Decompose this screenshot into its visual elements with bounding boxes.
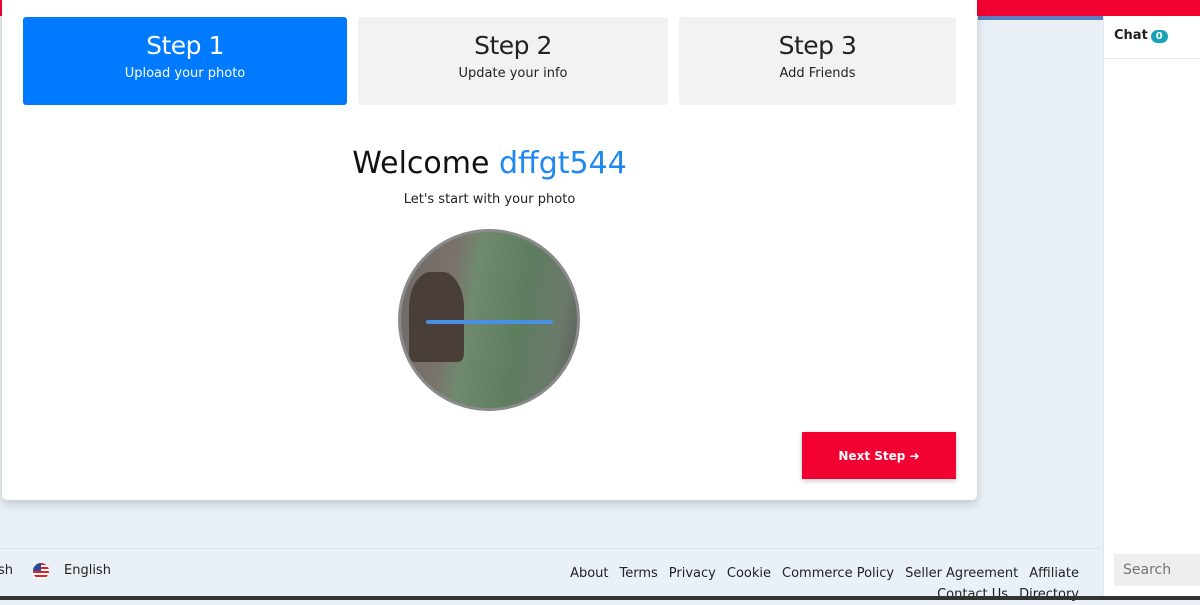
welcome-text: Welcome (352, 146, 490, 181)
photo-face (409, 272, 464, 362)
footer-link-commerce-policy[interactable]: Commerce Policy (782, 566, 894, 581)
divider (1104, 58, 1200, 59)
footer-link-terms[interactable]: Terms (620, 566, 658, 581)
page-subtitle: Let's start with your photo (403, 192, 576, 207)
step-subtitle: Add Friends (779, 66, 856, 81)
step-title: Step 3 (778, 31, 857, 60)
step-title: Step 1 (146, 31, 224, 60)
chat-header: Chat 0 (1114, 28, 1168, 43)
username: dffgt544 (499, 146, 627, 181)
arrow-circle-right-icon: ➜ (909, 448, 920, 463)
step-subtitle: Upload your photo (124, 66, 246, 81)
footer-link-affiliate[interactable]: Affiliate (1029, 566, 1079, 581)
footer-link-cookie[interactable]: Cookie (727, 566, 771, 581)
step-subtitle: Update your info (458, 66, 568, 81)
onboarding-card: Step 1 Upload your photo Step 2 Update y… (2, 0, 977, 500)
next-step-button[interactable]: Next Step ➜ (802, 432, 956, 479)
bottom-bar (0, 596, 1200, 600)
page-title: Welcome dffgt544 (2, 146, 977, 181)
step-title: Step 2 (474, 31, 552, 60)
footer-link-about[interactable]: About (570, 566, 608, 581)
footer-link-seller-agreement[interactable]: Seller Agreement (905, 566, 1018, 581)
header-strip (978, 16, 1103, 20)
footer-link-privacy[interactable]: Privacy (669, 566, 716, 581)
upload-progress-bar (426, 320, 553, 324)
next-step-label: Next Step (838, 448, 906, 463)
tab-step-1[interactable]: Step 1 Upload your photo (23, 17, 347, 105)
language-english[interactable]: English (64, 563, 111, 578)
us-flag-icon (33, 563, 49, 579)
chat-sidebar: Chat 0 (1103, 16, 1200, 600)
chat-label: Chat (1114, 28, 1148, 43)
footer-divider (0, 548, 1100, 549)
tab-step-3[interactable]: Step 3 Add Friends (679, 17, 956, 105)
chat-search-input[interactable] (1114, 554, 1200, 586)
language-option[interactable]: sh (0, 563, 13, 578)
tab-step-2[interactable]: Step 2 Update your info (358, 17, 668, 105)
chat-count-badge: 0 (1150, 30, 1168, 43)
